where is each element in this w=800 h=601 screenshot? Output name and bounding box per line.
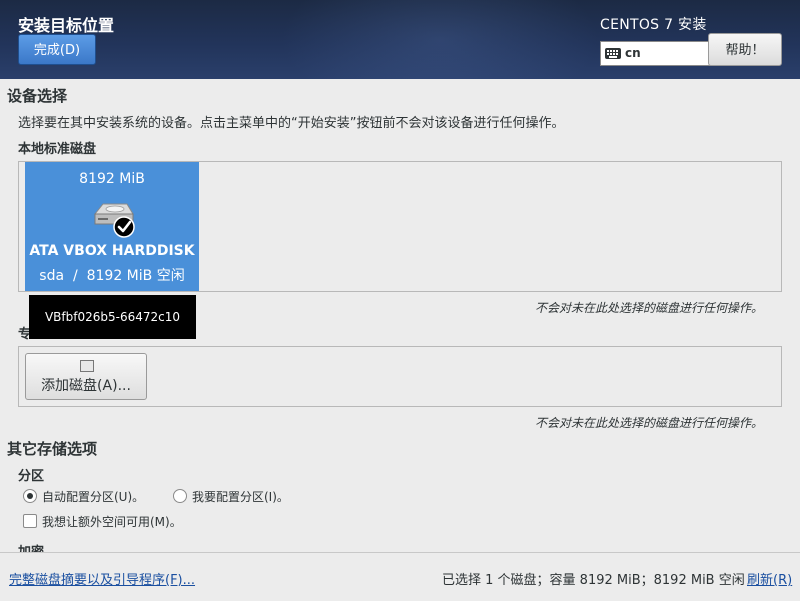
selection-status: 已选择 1 个磁盘；容量 8192 MiB；8192 MiB 空闲 (442, 573, 745, 588)
device-selection-description: 选择要在其中安装系统的设备。点击主菜单中的“开始安装”按钮前不会对该设备进行任何… (18, 116, 565, 131)
disk-name: ATA VBOX HARDDISK (29, 243, 195, 259)
disk-free: 8192 MiB 空闲 (86, 268, 185, 284)
hard-disk-icon (93, 203, 135, 238)
keyboard-layout-indicator[interactable]: cn (600, 41, 712, 66)
auto-partition-label[interactable]: 自动配置分区(U)。 (42, 488, 144, 505)
extra-space-label[interactable]: 我想让额外空间可用(M)。 (42, 513, 182, 530)
done-button[interactable]: 完成(D) (18, 34, 96, 65)
page-title: 安装目标位置 (18, 16, 115, 35)
other-storage-title: 其它存储选项 (7, 440, 98, 458)
disk-small-icon (80, 360, 94, 372)
partitioning-label: 分区 (18, 469, 45, 484)
header-bar: 安装目标位置 完成(D) CENTOS 7 安装 cn 帮助！ (0, 0, 800, 79)
disk-size: 8192 MiB (79, 171, 145, 187)
encryption-label: 加密 (18, 541, 44, 552)
product-title: CENTOS 7 安装 (600, 17, 707, 33)
disk-separator: / (72, 268, 78, 284)
add-disk-button[interactable]: 添加磁盘(A)... (25, 353, 147, 400)
disk-free-info: sda / 8192 MiB 空闲 (25, 265, 199, 285)
disk-summary-link[interactable]: 完整磁盘摘要以及引导程序(F)... (9, 569, 195, 588)
local-disks-note: 不会对未在此处选择的磁盘进行任何操作。 (535, 301, 764, 315)
manual-partition-label[interactable]: 我要配置分区(I)。 (192, 488, 289, 505)
specialized-disks-note: 不会对未在此处选择的磁盘进行任何操作。 (535, 416, 764, 430)
device-selection-title: 设备选择 (7, 87, 68, 105)
disk-device: sda (39, 268, 65, 284)
auto-partition-radio[interactable] (23, 489, 37, 503)
keyboard-layout-label: cn (625, 46, 641, 60)
help-button[interactable]: 帮助！ (708, 33, 782, 66)
disk-tile-sda[interactable]: 8192 MiB ATA VBOX HARDDISK sda / 8192 Mi… (25, 162, 199, 291)
disk-tooltip: VBfbf026b5-66472c10 (29, 295, 196, 339)
extra-space-checkbox[interactable] (23, 514, 37, 528)
local-disks-label: 本地标准磁盘 (18, 142, 97, 157)
manual-partition-radio[interactable] (173, 489, 187, 503)
refresh-link[interactable]: 刷新(R) (747, 569, 792, 588)
add-disk-label: 添加磁盘(A)... (41, 378, 131, 394)
keyboard-icon (605, 48, 621, 59)
